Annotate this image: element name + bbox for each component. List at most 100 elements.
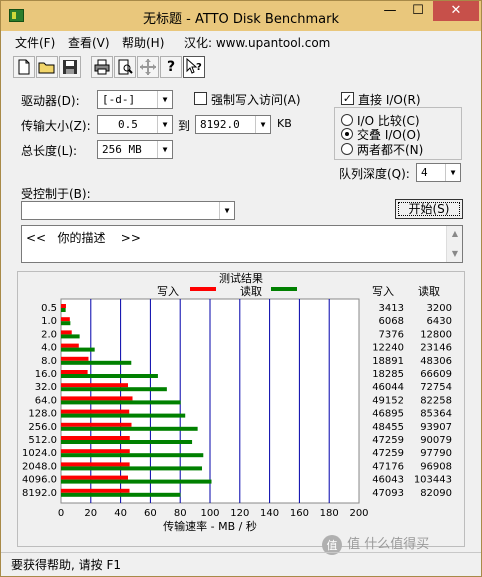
description-scrollbar[interactable]: ▲ ▼ — [446, 226, 462, 262]
x-axis-label: 传输速率 - MB / 秒 — [163, 519, 257, 533]
read-bar — [61, 374, 158, 378]
write-value: 7376 — [379, 329, 404, 340]
write-bar — [61, 370, 88, 374]
category-label: 8.0 — [41, 356, 57, 367]
scroll-down-icon[interactable]: ▼ — [447, 246, 463, 262]
chevron-down-icon[interactable]: ▼ — [157, 116, 172, 133]
context-help-icon[interactable]: ? — [183, 56, 205, 78]
force-write-label: 强制写入访问(A) — [211, 93, 301, 107]
legend-label-read: 读取 — [240, 284, 262, 298]
category-label: 1024.0 — [22, 448, 57, 459]
drive-select[interactable]: [-d-] ▼ — [97, 90, 173, 109]
start-button[interactable]: 开始(S) — [395, 199, 463, 219]
scroll-up-icon[interactable]: ▲ — [447, 226, 463, 242]
menu-file[interactable]: 文件(F) — [15, 34, 55, 51]
write-bar — [61, 475, 128, 480]
legend-swatch-read — [271, 287, 297, 291]
title-bar[interactable]: 无标题 - ATTO Disk Benchmark — ☐ ✕ — [1, 1, 481, 31]
category-label: 32.0 — [35, 382, 57, 393]
value-header-write: 写入 — [372, 285, 394, 298]
write-value: 48455 — [372, 422, 404, 433]
x-tick-label: 0 — [58, 508, 64, 519]
read-bar — [61, 426, 198, 431]
write-value: 46895 — [372, 409, 404, 420]
results-chart: 测试结果写入 读取 0 20 40 60 80 100 120 140 160 180 200 传输速率 … — [22, 272, 452, 533]
read-bar — [61, 347, 95, 352]
menu-help[interactable]: 帮助(H) — [122, 34, 164, 51]
category-label: 2.0 — [41, 329, 57, 340]
print-preview-icon[interactable] — [114, 56, 136, 78]
x-tick-label: 20 — [84, 508, 97, 519]
chevron-down-icon[interactable]: ▼ — [157, 141, 172, 158]
read-bar — [61, 492, 181, 497]
write-bar — [61, 462, 130, 467]
open-folder-icon[interactable] — [36, 56, 58, 78]
write-value: 6068 — [379, 316, 404, 327]
move-icon[interactable] — [137, 56, 159, 78]
x-tick-label: 180 — [320, 508, 339, 519]
print-icon[interactable] — [91, 56, 113, 78]
controlled-by-select[interactable]: ▼ — [21, 201, 235, 220]
legend-swatch-write — [190, 287, 216, 291]
transfer-to-select[interactable]: 8192.0 ▼ — [195, 115, 271, 134]
neither-radio[interactable] — [341, 143, 353, 155]
transfer-to-value: 8192.0 — [200, 118, 240, 131]
queue-depth-select[interactable]: 4 ▼ — [416, 163, 461, 182]
save-icon[interactable] — [59, 56, 81, 78]
chevron-down-icon[interactable]: ▼ — [255, 116, 270, 133]
new-file-icon[interactable] — [13, 56, 35, 78]
transfer-from-select[interactable]: 0.5 ▼ — [97, 115, 173, 134]
write-bar — [61, 304, 66, 308]
read-bar — [61, 308, 66, 312]
menu-view[interactable]: 查看(V) — [68, 34, 110, 51]
io-compare-radio[interactable] — [341, 114, 353, 126]
minimize-button[interactable]: — — [377, 1, 403, 21]
write-bar — [61, 422, 132, 427]
category-label: 64.0 — [35, 395, 57, 406]
write-value: 47259 — [372, 448, 404, 459]
read-value: 6430 — [427, 316, 452, 327]
direct-io-checkbox[interactable]: ✓ — [341, 92, 354, 105]
chevron-down-icon[interactable]: ▼ — [157, 91, 172, 108]
description-textarea[interactable]: << 你的描述 >> ▲ ▼ — [21, 225, 463, 263]
app-window: 无标题 - ATTO Disk Benchmark — ☐ ✕ 文件(F) 查看… — [0, 0, 482, 577]
read-value: 12800 — [420, 329, 452, 340]
x-tick-label: 40 — [114, 508, 127, 519]
write-value: 18285 — [372, 369, 404, 380]
total-length-label: 总长度(L): — [21, 144, 78, 158]
help-icon[interactable]: ? — [160, 56, 182, 78]
read-value: 93907 — [420, 422, 452, 433]
force-write-checkbox[interactable] — [194, 92, 207, 105]
chevron-down-icon[interactable]: ▼ — [445, 164, 460, 181]
x-tick-label: 120 — [230, 508, 249, 519]
write-value: 46044 — [372, 382, 404, 393]
write-value: 49152 — [372, 395, 404, 406]
x-tick-label: 160 — [290, 508, 309, 519]
read-value: 66609 — [420, 369, 452, 380]
chevron-down-icon[interactable]: ▼ — [219, 202, 234, 219]
category-label: 512.0 — [28, 435, 57, 446]
read-bar — [61, 387, 167, 392]
write-bar — [61, 396, 133, 401]
status-text: 要获得帮助, 请按 F1 — [11, 558, 121, 572]
svg-text:值: 值 — [327, 539, 338, 552]
write-value: 12240 — [372, 343, 404, 354]
total-length-value: 256 MB — [102, 143, 142, 156]
menu-localization[interactable]: 汉化: www.upantool.com — [184, 34, 330, 51]
maximize-button[interactable]: ☐ — [405, 1, 431, 21]
description-text: << 你的描述 >> — [26, 231, 141, 245]
read-value: 82090 — [420, 488, 452, 499]
drive-label: 驱动器(D): — [21, 94, 80, 108]
category-label: 4.0 — [41, 343, 57, 354]
write-bar — [61, 343, 79, 348]
overlapped-io-radio[interactable] — [341, 128, 353, 140]
read-value: 3200 — [427, 303, 452, 314]
write-bar — [61, 488, 130, 493]
drive-value: [-d-] — [102, 93, 136, 106]
menu-bar: 文件(F) 查看(V) 帮助(H) 汉化: www.upantool.com — [1, 31, 481, 51]
write-value: 18891 — [372, 356, 404, 367]
total-length-select[interactable]: 256 MB ▼ — [97, 140, 173, 159]
read-value: 96908 — [420, 461, 452, 472]
category-label: 16.0 — [35, 369, 57, 380]
close-button[interactable]: ✕ — [433, 1, 479, 21]
